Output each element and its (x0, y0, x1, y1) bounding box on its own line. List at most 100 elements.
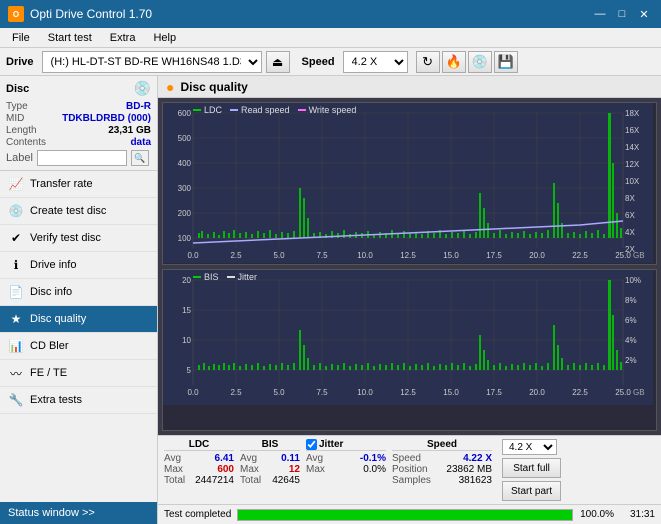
chart-header-title: Disc quality (180, 80, 247, 94)
disc-info-area: Disc 💿 Type BD-R MID TDKBLDRBD (000) Len… (0, 76, 157, 171)
stats-row-container: LDC Avg 6.41 Max 600 Total 2447214 (164, 439, 655, 501)
fe-te-icon: 〰 (8, 365, 24, 381)
jitter-header-label: Jitter (319, 439, 343, 450)
read-speed-legend-dot (230, 109, 238, 111)
ldc-legend-label: LDC (204, 105, 222, 115)
disc-contents-value: data (130, 137, 151, 148)
sidebar-item-disc-info[interactable]: 📄 Disc info (0, 279, 157, 306)
svg-text:10: 10 (182, 336, 191, 345)
sidebar-label-disc-quality: Disc quality (30, 313, 86, 325)
sidebar-item-fe-te[interactable]: 〰 FE / TE (0, 360, 157, 387)
sidebar-item-drive-info[interactable]: ℹ Drive info (0, 252, 157, 279)
svg-text:4X: 4X (625, 228, 635, 237)
cd-bler-icon: 📊 (8, 338, 24, 354)
speed-val-value: 4.22 X (463, 453, 492, 464)
avg-label-bis: Avg (240, 453, 257, 464)
disc-length-label: Length (6, 125, 37, 136)
burn-button[interactable]: 🔥 (442, 51, 466, 73)
legend-jitter: Jitter (227, 272, 258, 282)
jitter-checkbox[interactable] (306, 439, 317, 450)
svg-text:0.0: 0.0 (187, 388, 199, 397)
jitter-header-row: Jitter (306, 439, 386, 451)
sidebar-item-verify-test-disc[interactable]: ✔ Verify test disc (0, 225, 157, 252)
legend-write-speed: Write speed (298, 105, 357, 115)
save-button[interactable]: 💾 (494, 51, 518, 73)
speed-select-drive[interactable]: 4.2 X (343, 51, 408, 73)
bis-header: BIS (240, 439, 300, 451)
sidebar-label-cd-bler: CD Bler (30, 340, 69, 352)
svg-text:10%: 10% (625, 276, 641, 285)
refresh-button[interactable]: ↻ (416, 51, 440, 73)
max-ldc-row: Max 600 (164, 464, 234, 475)
top-chart: LDC Read speed Write speed (162, 102, 657, 265)
sidebar-item-transfer-rate[interactable]: 📈 Transfer rate (0, 171, 157, 198)
samples-value: 381623 (459, 475, 492, 486)
ldc-column: LDC Avg 6.41 Max 600 Total 2447214 (164, 439, 234, 486)
svg-text:15.0: 15.0 (443, 388, 459, 397)
svg-text:25.0: 25.0 (615, 251, 631, 260)
legend-read-speed: Read speed (230, 105, 290, 115)
start-full-button[interactable]: Start full (502, 458, 561, 478)
svg-text:22.5: 22.5 (572, 251, 588, 260)
svg-text:12X: 12X (625, 160, 640, 169)
speed-select-stats[interactable]: 4.2 X (502, 439, 557, 455)
svg-text:16X: 16X (625, 126, 640, 135)
total-ldc-value: 2447214 (195, 475, 234, 486)
position-value: 23862 MB (446, 464, 492, 475)
progress-bar-fill (238, 510, 572, 520)
drive-label: Drive (6, 56, 34, 68)
position-label: Position (392, 464, 428, 475)
sidebar-item-create-test-disc[interactable]: 💿 Create test disc (0, 198, 157, 225)
status-window-button[interactable]: Status window >> (0, 502, 157, 524)
title-bar: O Opti Drive Control 1.70 — □ ✕ (0, 0, 661, 28)
disc-mid-value: TDKBLDRBD (000) (62, 113, 151, 124)
minimize-button[interactable]: — (591, 5, 609, 23)
disc-header-icon: 💿 (134, 80, 151, 97)
sidebar-item-disc-quality[interactable]: ★ Disc quality (0, 306, 157, 333)
bis-legend-label: BIS (204, 272, 219, 282)
ldc-header: LDC (164, 439, 234, 451)
svg-text:GB: GB (633, 251, 645, 260)
drive-select[interactable]: (H:) HL-DT-ST BD-RE WH16NS48 1.D3 (42, 51, 262, 73)
create-test-disc-icon: 💿 (8, 203, 24, 219)
svg-text:200: 200 (178, 209, 192, 218)
total-ldc-row: Total 2447214 (164, 475, 234, 486)
close-button[interactable]: ✕ (635, 5, 653, 23)
svg-text:22.5: 22.5 (572, 388, 588, 397)
progress-time: 31:31 (620, 509, 655, 520)
progress-area: Test completed 100.0% 31:31 (158, 504, 661, 524)
menu-extra[interactable]: Extra (102, 30, 144, 46)
max-label-ldc: Max (164, 464, 183, 475)
sidebar-item-extra-tests[interactable]: 🔧 Extra tests (0, 387, 157, 414)
menu-file[interactable]: File (4, 30, 38, 46)
menu-help[interactable]: Help (145, 30, 184, 46)
avg-bis-value: 0.11 (281, 453, 300, 464)
max-bis-value: 12 (289, 464, 300, 475)
sidebar-label-fe-te: FE / TE (30, 367, 67, 379)
max-bis-row: Max 12 (240, 464, 300, 475)
svg-text:15.0: 15.0 (443, 251, 459, 260)
svg-text:7.5: 7.5 (316, 251, 328, 260)
svg-text:4%: 4% (625, 336, 637, 345)
sidebar-item-cd-bler[interactable]: 📊 CD Bler (0, 333, 157, 360)
legend-bis: BIS (193, 272, 219, 282)
menu-start-test[interactable]: Start test (40, 30, 100, 46)
disc-label-row: Label 🔍 (6, 150, 151, 166)
speed-value-row: Speed 4.22 X (392, 453, 492, 464)
avg-ldc-value: 6.41 (215, 453, 234, 464)
svg-text:600: 600 (178, 109, 192, 118)
legend-ldc: LDC (193, 105, 222, 115)
samples-label: Samples (392, 475, 431, 486)
total-bis-value: 42645 (272, 475, 300, 486)
bis-legend-dot (193, 276, 201, 278)
drive-bar: Drive (H:) HL-DT-ST BD-RE WH16NS48 1.D3 … (0, 48, 661, 76)
disc-button[interactable]: 💿 (468, 51, 492, 73)
disc-label-button[interactable]: 🔍 (131, 150, 149, 166)
maximize-button[interactable]: □ (613, 5, 631, 23)
disc-label-input[interactable] (37, 150, 127, 166)
start-part-button[interactable]: Start part (502, 481, 561, 501)
eject-button[interactable]: ⏏ (266, 51, 290, 73)
top-chart-legend: LDC Read speed Write speed (193, 105, 356, 115)
read-speed-legend-label: Read speed (241, 105, 290, 115)
svg-text:18X: 18X (625, 109, 640, 118)
